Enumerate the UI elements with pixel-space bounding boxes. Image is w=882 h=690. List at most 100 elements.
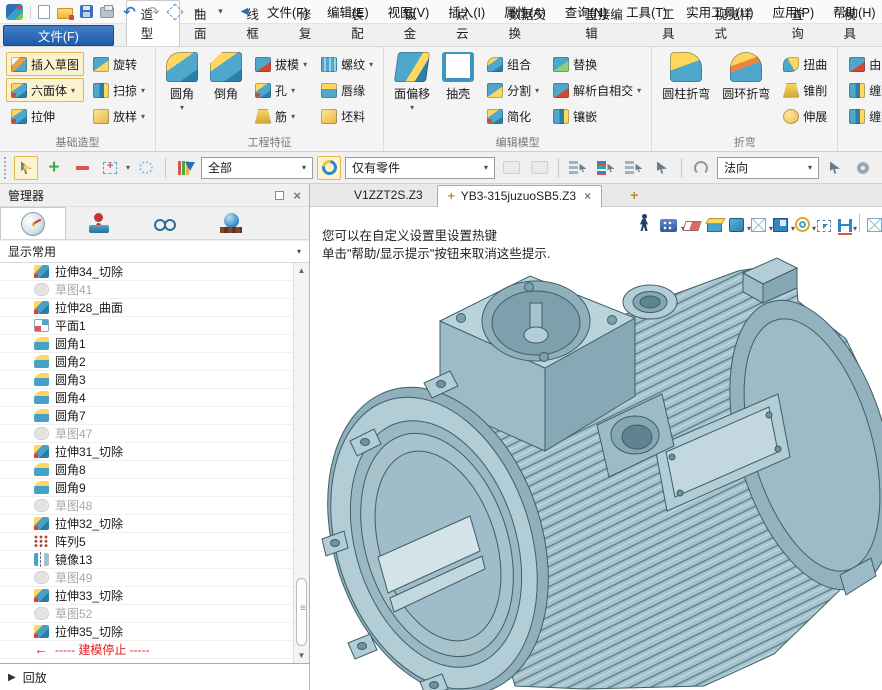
- ribbon-tab[interactable]: 模具: [830, 1, 882, 46]
- tree-item[interactable]: 拉伸33_切除: [0, 587, 293, 605]
- view-tool-icon[interactable]: ▾: [751, 218, 766, 232]
- refresh-scope-button[interactable]: [317, 156, 341, 180]
- manager-tab[interactable]: [132, 207, 198, 239]
- ribbon-tab[interactable]: 钣金: [390, 1, 442, 46]
- add-selection-button[interactable]: +: [42, 156, 66, 180]
- scroll-up-icon[interactable]: ▲: [294, 263, 309, 278]
- tree-item[interactable]: 圆角9: [0, 479, 293, 497]
- ribbon-button[interactable]: 孔▾: [250, 78, 312, 102]
- tree-item[interactable]: 草图47: [0, 425, 293, 443]
- ribbon-button[interactable]: 镶嵌▾: [548, 104, 646, 128]
- pick-scope-combobox[interactable]: 仅有零件▾: [345, 157, 495, 179]
- ribbon-button[interactable]: 坯料▾: [316, 104, 378, 128]
- view-tool-icon[interactable]: ▾: [817, 220, 831, 232]
- tree-item[interactable]: 圆角4: [0, 389, 293, 407]
- entity-filter-combobox[interactable]: 全部▾: [201, 157, 313, 179]
- ribbon-button[interactable]: 扫掠▾: [88, 78, 150, 102]
- ribbon-tab[interactable]: 数据交换: [494, 1, 571, 46]
- tree-scrollbar[interactable]: ▲ ▼: [293, 263, 309, 663]
- panel-restore-icon[interactable]: [275, 191, 284, 200]
- pick-from-list-colored-button[interactable]: [594, 156, 618, 180]
- ribbon-button[interactable]: 六面体▾: [6, 78, 84, 102]
- ribbon-tab[interactable]: 修复: [285, 1, 337, 46]
- tree-item[interactable]: 草图41: [0, 281, 293, 299]
- ribbon-tab[interactable]: 视觉样式: [700, 1, 777, 46]
- ribbon-button[interactable]: 简化▾: [482, 104, 544, 128]
- ribbon-tab[interactable]: 装配: [337, 1, 389, 46]
- pick-last-button[interactable]: [499, 156, 523, 180]
- view-tool-icon[interactable]: ▾: [729, 218, 744, 232]
- file-menu-button[interactable]: 文件(F): [3, 25, 114, 46]
- ribbon-tab[interactable]: 点云: [442, 1, 494, 46]
- quick-access-icon[interactable]: [121, 3, 138, 20]
- ribbon-button[interactable]: 组合▾: [482, 52, 544, 76]
- ribbon-button[interactable]: 替换▾: [548, 52, 646, 76]
- ribbon-button[interactable]: 拉伸▾: [6, 104, 84, 128]
- toolbar-drag-handle[interactable]: [4, 157, 7, 179]
- tree-filter-combobox[interactable]: 显示常用 ▾: [0, 240, 309, 263]
- ribbon-button[interactable]: 缠绕: [844, 104, 882, 128]
- view-tool-icon[interactable]: ▾: [707, 221, 722, 232]
- tree-item[interactable]: 圆角2: [0, 353, 293, 371]
- ribbon-tab[interactable]: 查询: [777, 1, 829, 46]
- quick-access-icon[interactable]: [57, 8, 73, 19]
- ribbon-big-button[interactable]: 面偏移 ▾: [390, 50, 434, 112]
- selection-filter-button[interactable]: [173, 156, 197, 180]
- tree-item[interactable]: 拉伸31_切除: [0, 443, 293, 461]
- playback-bar[interactable]: ▶ 回放: [0, 663, 309, 690]
- ribbon-tab[interactable]: 工具: [648, 1, 700, 46]
- ribbon-button[interactable]: 放样▾: [88, 104, 150, 128]
- view-tool-icon[interactable]: ▾: [838, 219, 852, 232]
- pick-direction-button[interactable]: [823, 156, 847, 180]
- ribbon-button[interactable]: 筋▾: [250, 104, 312, 128]
- quick-access-icon[interactable]: [212, 3, 229, 20]
- tree-item[interactable]: 阵列5: [0, 533, 293, 551]
- pick-all-list-button[interactable]: [622, 156, 646, 180]
- quick-access-icon[interactable]: [6, 4, 23, 20]
- tree-item[interactable]: ----- 建模停止 -----: [0, 641, 293, 659]
- view-tool-icon[interactable]: ▾: [773, 218, 788, 232]
- ribbon-button[interactable]: 缠绕: [844, 78, 882, 102]
- pick-lasso-button[interactable]: [134, 156, 158, 180]
- tree-item[interactable]: 圆角1: [0, 335, 293, 353]
- ribbon-big-button[interactable]: 圆柱折弯 ▾: [658, 50, 714, 102]
- tree-item[interactable]: 草图52: [0, 605, 293, 623]
- reorient-button[interactable]: [689, 156, 713, 180]
- scrollbar-thumb[interactable]: [296, 578, 307, 646]
- ribbon-button[interactable]: 螺纹▾: [316, 52, 378, 76]
- ribbon-button[interactable]: 插入草图▾: [6, 52, 84, 76]
- panel-close-icon[interactable]: ×: [293, 189, 301, 202]
- direction-combobox[interactable]: 法向▾: [717, 157, 819, 179]
- view-tool-icon[interactable]: ▾: [859, 214, 860, 232]
- pick-smart-button[interactable]: [14, 156, 38, 180]
- ribbon-button[interactable]: 解析自相交▾: [548, 78, 646, 102]
- ribbon-button[interactable]: 旋转▾: [88, 52, 150, 76]
- pick-single-button[interactable]: [650, 156, 674, 180]
- view-tool-icon[interactable]: ▾: [635, 214, 653, 232]
- pick-from-list-button[interactable]: [566, 156, 590, 180]
- quick-access-icon[interactable]: [100, 7, 114, 18]
- ribbon-button[interactable]: 分割▾: [482, 78, 544, 102]
- manager-tab[interactable]: [0, 207, 66, 239]
- ribbon-button[interactable]: 由: [844, 52, 882, 76]
- tree-item[interactable]: 拉伸34_切除: [0, 263, 293, 281]
- tree-item[interactable]: 镜像13: [0, 551, 293, 569]
- ribbon-big-button[interactable]: 抽壳 ▾: [438, 50, 478, 102]
- view-tool-icon[interactable]: ▾: [795, 217, 810, 232]
- remove-selection-button[interactable]: [70, 156, 94, 180]
- dropdown-arrow-icon[interactable]: ▾: [126, 163, 130, 172]
- pick-options-button[interactable]: [851, 156, 875, 180]
- tree-item[interactable]: 拉伸35_切除: [0, 623, 293, 641]
- graphics-canvas[interactable]: 您可以在自定义设置里设置热键 单击"帮助/显示提示"按钮来取消这些提示. ▾ ▾: [310, 207, 882, 690]
- view-tool-icon[interactable]: ▾: [867, 218, 882, 232]
- tree-item[interactable]: 圆角3: [0, 371, 293, 389]
- ribbon-big-button[interactable]: 倒角 ▾: [206, 50, 246, 102]
- view-tool-icon[interactable]: ▾: [682, 221, 701, 231]
- tree-item[interactable]: 拉伸28_曲面: [0, 299, 293, 317]
- tree-item[interactable]: 拉伸32_切除: [0, 515, 293, 533]
- close-tab-icon[interactable]: ×: [584, 189, 591, 203]
- new-tab-button[interactable]: +: [630, 187, 638, 206]
- quick-access-icon[interactable]: [80, 5, 93, 18]
- quick-access-icon[interactable]: [188, 3, 205, 20]
- tree-item[interactable]: 平面1: [0, 317, 293, 335]
